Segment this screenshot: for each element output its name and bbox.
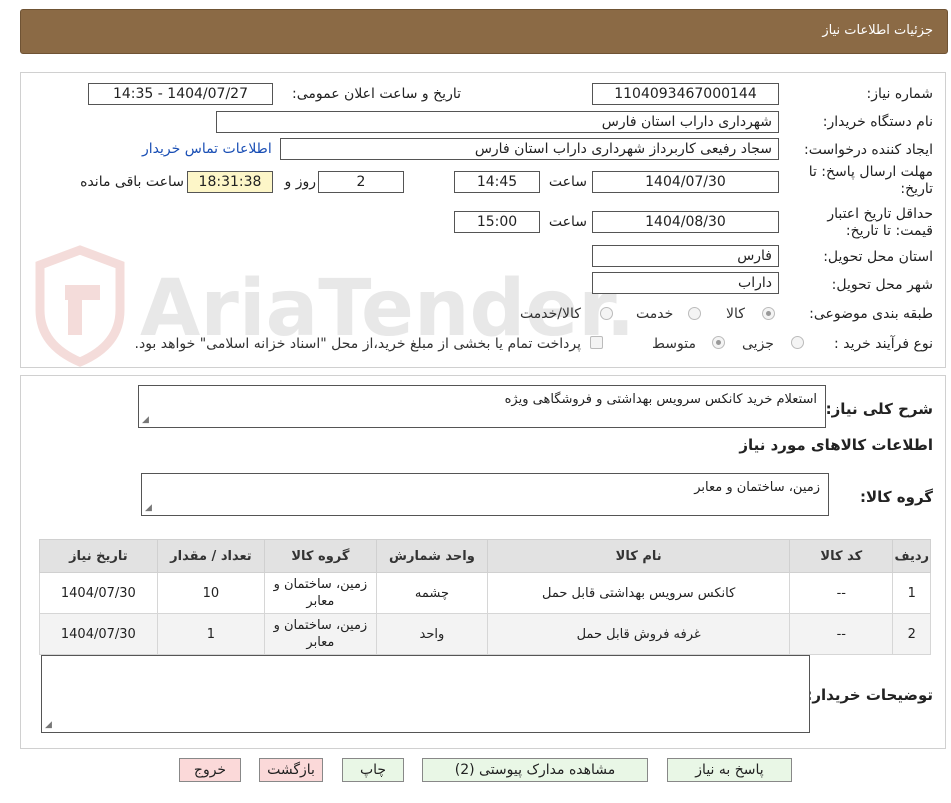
city-field: داراب [592,272,779,294]
validity-label: حداقل تاریخ اعتبار قیمت: تا تاریخ: [827,206,933,239]
deadline-date-field: 1404/07/30 [592,171,779,193]
reply-button[interactable]: پاسخ به نیاز [667,758,792,782]
summary-text: استعلام خرید کانکس سرویس بهداشتی و فروشگ… [504,392,817,407]
process-medium-label: متوسط [652,336,696,352]
cell-unit: واحد [375,613,489,655]
goods-section-title: اطلاعات کالاهای مورد نیاز [739,436,933,454]
cell-need-date: 1404/07/30 [39,613,158,655]
table-row: 2 -- غرفه فروش قابل حمل واحد زمین، ساختم… [39,613,931,655]
cell-item-name: کانکس سرویس بهداشتی قابل حمل [487,572,791,614]
summary-label: شرح کلی نیاز: [825,400,933,418]
remaining-time-field: 18:31:38 [187,171,273,193]
announce-label: تاریخ و ساعت اعلان عمومی: [292,86,461,102]
resize-grip-icon[interactable]: ◢ [145,503,152,513]
deadline-label: مهلت ارسال پاسخ: تا تاریخ: [808,164,933,197]
goods-group-text: زمین، ساختمان و معابر [694,480,820,495]
process-medium-radio[interactable] [712,336,725,349]
cell-group: زمین، ساختمان و معابر [264,572,377,614]
cell-item-name: غرفه فروش قابل حمل [487,613,791,655]
category-both-radio[interactable] [600,307,613,320]
days-field: 2 [318,171,404,193]
treasury-payment-checkbox[interactable] [590,336,603,349]
buyer-org-label: نام دستگاه خریدار: [822,114,933,130]
province-label: استان محل تحویل: [823,249,933,265]
goods-group-textarea[interactable]: زمین، ساختمان و معابر ◢ [141,473,829,516]
goods-group-label: گروه کالا: [860,488,933,506]
days-label: روز و [284,174,317,190]
col-quantity: تعداد / مقدار [156,539,266,573]
process-type-label: نوع فرآیند خرید : [834,336,933,352]
col-row-number: ردیف [892,539,931,573]
page-title: جزئیات اطلاعات نیاز [822,23,933,38]
deadline-time-label: ساعت [548,174,587,190]
process-minor-radio[interactable] [791,336,804,349]
table-header-row: ردیف کد کالا نام کالا واحد شمارش گروه کا… [39,539,931,573]
category-goods-radio[interactable] [762,307,775,320]
cell-row-number: 1 [892,572,931,614]
buyer-notes-label: توضیحات خریدار: [806,686,933,704]
need-number-label: شماره نیاز: [866,86,934,102]
validity-date-field: 1404/08/30 [592,211,779,233]
back-button[interactable]: بازگشت [259,758,323,782]
need-number-field: 1104093467000144 [592,83,779,105]
cell-need-date: 1404/07/30 [39,572,158,614]
requester-field: سجاد رفیعی کاربرداز شهرداری داراب استان … [280,138,779,160]
category-goods-label: کالا [726,306,745,322]
cell-group: زمین، ساختمان و معابر [264,613,377,655]
announce-field: 1404/07/27 - 14:35 [88,83,273,105]
cell-item-code: -- [789,613,894,655]
buyer-notes-textarea[interactable]: ◢ [41,655,810,733]
resize-grip-icon[interactable]: ◢ [142,415,149,425]
print-button[interactable]: چاپ [342,758,404,782]
cell-unit: چشمه [375,572,489,614]
col-item-name: نام کالا [487,539,791,573]
validity-time-field: 15:00 [454,211,540,233]
buyer-contact-link[interactable]: اطلاعات تماس خریدار [142,141,272,157]
col-item-code: کد کالا [789,539,894,573]
goods-table: ردیف کد کالا نام کالا واحد شمارش گروه کا… [39,539,931,655]
cell-row-number: 2 [892,613,931,655]
category-both-label: کالا/خدمت [520,306,581,322]
resize-grip-icon[interactable]: ◢ [45,720,52,730]
category-label: طبقه بندی موضوعی: [809,306,933,322]
buyer-org-field: شهرداری داراب استان فارس [216,111,779,133]
table-row: 1 -- کانکس سرویس بهداشتی قابل حمل چشمه ز… [39,572,931,614]
cell-quantity: 1 [156,613,266,655]
deadline-time-field: 14:45 [454,171,540,193]
page-header: جزئیات اطلاعات نیاز [20,9,948,54]
col-unit: واحد شمارش [375,539,489,573]
category-service-label: خدمت [636,306,674,322]
process-minor-label: جزیی [742,336,774,352]
city-label: شهر محل تحویل: [831,277,933,293]
treasury-payment-note: پرداخت تمام یا بخشی از مبلغ خرید،از محل … [134,336,581,352]
col-need-date: تاریخ نیاز [39,539,158,573]
col-group: گروه کالا [264,539,377,573]
province-field: فارس [592,245,779,267]
remaining-label: ساعت باقی مانده [80,174,184,190]
exit-button[interactable]: خروج [179,758,241,782]
attachments-button[interactable]: مشاهده مدارک پیوستی (2) [422,758,648,782]
cell-quantity: 10 [156,572,266,614]
cell-item-code: -- [789,572,894,614]
requester-label: ایجاد کننده درخواست: [804,142,933,158]
summary-textarea[interactable]: استعلام خرید کانکس سرویس بهداشتی و فروشگ… [138,385,826,428]
category-service-radio[interactable] [688,307,701,320]
validity-time-label: ساعت [548,214,587,230]
